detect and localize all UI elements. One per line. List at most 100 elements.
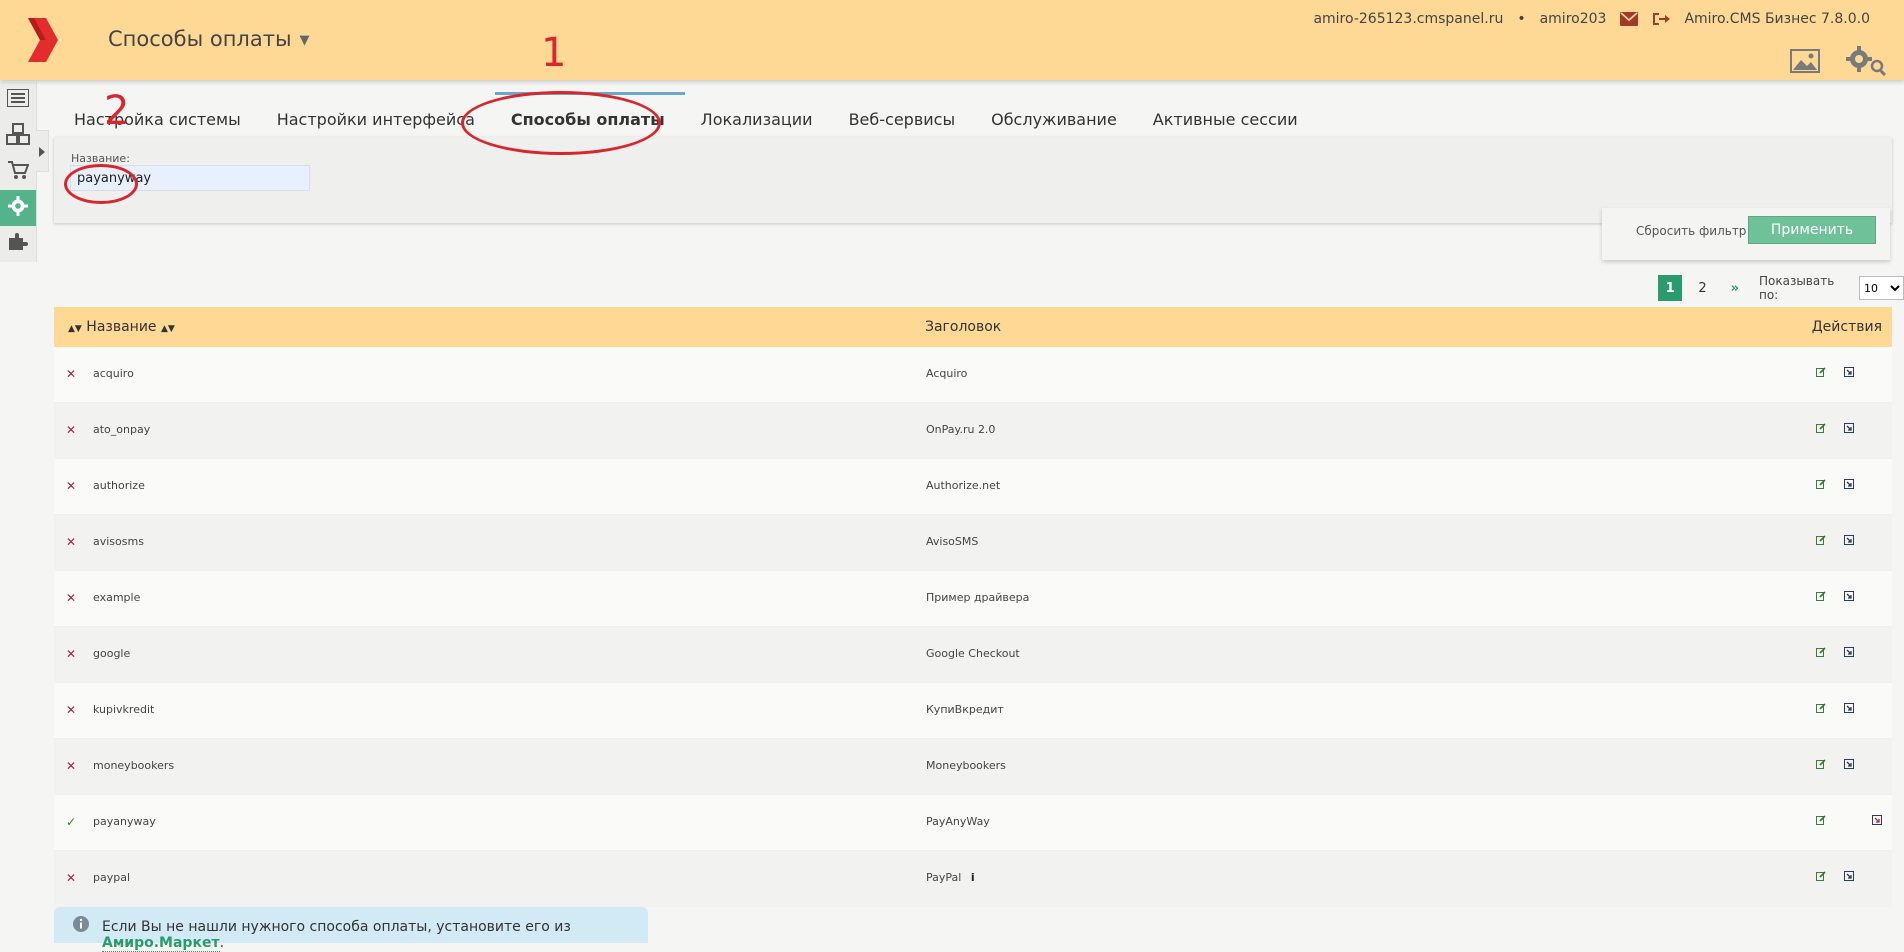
table-row: ✕ avisosms AvisoSMS bbox=[54, 515, 1892, 571]
info-icon[interactable]: i bbox=[971, 871, 975, 884]
tab-localizations[interactable]: Локализации bbox=[685, 92, 833, 132]
tab-label: Способы оплаты bbox=[510, 110, 665, 129]
status-off-icon[interactable]: ✕ bbox=[66, 592, 78, 604]
sort-icon[interactable]: ▲▼ bbox=[161, 324, 175, 334]
assign-icon[interactable] bbox=[1844, 591, 1854, 604]
table-row: ✕ acquiro Acquiro bbox=[54, 347, 1892, 403]
per-page-label: Показывать по: bbox=[1758, 274, 1835, 302]
market-link[interactable]: Амиро.Маркет bbox=[102, 935, 220, 952]
top-bar: Способы оплаты ▼ amiro-265123.cmspanel.ru… bbox=[0, 0, 1904, 80]
assign-icon[interactable] bbox=[1844, 367, 1854, 380]
tab-interface-settings[interactable]: Настройки интерфейса bbox=[261, 92, 495, 132]
assign-icon[interactable] bbox=[1844, 535, 1854, 548]
tab-payment-methods[interactable]: Способы оплаты bbox=[494, 92, 685, 132]
row-name: paypal bbox=[93, 871, 131, 884]
per-page-select[interactable]: 10 bbox=[1858, 276, 1904, 300]
info-circle-icon bbox=[72, 915, 90, 937]
annotation-number-1: 1 bbox=[541, 30, 567, 76]
host-link[interactable]: amiro-265123.cmspanel.ru bbox=[1313, 11, 1503, 27]
settings-search-icon[interactable] bbox=[1846, 46, 1887, 80]
table-header: ▲▼ Название ▲▼ Заголовок Действия bbox=[54, 307, 1892, 347]
apply-button[interactable]: Применить bbox=[1748, 216, 1876, 244]
module-title[interactable]: Способы оплаты ▼ bbox=[108, 27, 310, 51]
table-row: ✓ payanyway PayAnyWay bbox=[54, 795, 1892, 851]
row-name: payanyway bbox=[93, 815, 156, 828]
notice-suffix: . bbox=[219, 935, 225, 951]
sort-icon[interactable]: ▲▼ bbox=[68, 324, 82, 334]
edit-icon[interactable] bbox=[1816, 871, 1826, 884]
table-row: ✕ paypal PayPal i bbox=[54, 851, 1892, 907]
row-title: PayAnyWay bbox=[926, 815, 990, 828]
assign-icon[interactable] bbox=[1844, 423, 1854, 436]
row-title: КупиВкредит bbox=[926, 703, 1004, 716]
assign-icon[interactable] bbox=[1844, 871, 1854, 884]
column-actions: Действия bbox=[1811, 319, 1882, 335]
sidebar-item-modules[interactable] bbox=[0, 118, 36, 154]
top-tools bbox=[1790, 46, 1887, 80]
table-body: ✕ acquiro Acquiro ✕ ato_onpay OnPay.ru 2… bbox=[54, 347, 1892, 907]
edit-icon[interactable] bbox=[1816, 535, 1826, 548]
tab-maintenance[interactable]: Обслуживание bbox=[975, 92, 1137, 132]
tab-system-settings[interactable]: Настройка системы bbox=[58, 92, 261, 132]
row-name: moneybookers bbox=[93, 759, 175, 772]
reset-filter-button[interactable]: Сбросить фильтр bbox=[1630, 223, 1752, 239]
sidebar-item-settings[interactable] bbox=[0, 190, 36, 226]
table-row: ✕ authorize Authorize.net bbox=[54, 459, 1892, 515]
table-row: ✕ kupivkredit КупиВкредит bbox=[54, 683, 1892, 739]
tab-label: Настройка системы bbox=[74, 110, 241, 129]
tab-label: Локализации bbox=[700, 110, 813, 129]
column-name[interactable]: ▲▼ Название ▲▼ bbox=[68, 319, 175, 335]
status-off-icon[interactable]: ✕ bbox=[66, 536, 78, 548]
user-name[interactable]: amiro203 bbox=[1540, 11, 1607, 27]
row-name: authorize bbox=[93, 479, 145, 492]
unassign-icon[interactable] bbox=[1872, 815, 1882, 828]
edit-icon[interactable] bbox=[1816, 591, 1826, 604]
assign-icon[interactable] bbox=[1844, 647, 1854, 660]
market-notice: Если Вы не нашли нужного способа оплаты,… bbox=[54, 907, 648, 952]
sidebar-item-plugins[interactable] bbox=[0, 226, 36, 262]
status-off-icon[interactable]: ✕ bbox=[66, 480, 78, 492]
assign-icon[interactable] bbox=[1844, 479, 1854, 492]
status-off-icon[interactable]: ✕ bbox=[66, 368, 78, 380]
row-title-text: PayPal bbox=[926, 871, 962, 884]
edit-icon[interactable] bbox=[1816, 367, 1826, 380]
tab-active-sessions[interactable]: Активные сессии bbox=[1137, 92, 1318, 132]
row-name: avisosms bbox=[93, 535, 144, 548]
status-on-icon[interactable]: ✓ bbox=[66, 816, 78, 828]
edit-icon[interactable] bbox=[1816, 479, 1826, 492]
table-row: ✕ ato_onpay OnPay.ru 2.0 bbox=[54, 403, 1892, 459]
sidebar-item-eshop[interactable] bbox=[0, 154, 36, 190]
status-off-icon[interactable]: ✕ bbox=[66, 760, 78, 772]
edit-icon[interactable] bbox=[1816, 647, 1826, 660]
image-icon[interactable] bbox=[1790, 49, 1820, 77]
sidebar-item-structure[interactable] bbox=[0, 82, 36, 118]
next-page[interactable]: » bbox=[1723, 275, 1747, 301]
edit-icon[interactable] bbox=[1816, 423, 1826, 436]
gear-icon bbox=[8, 196, 28, 220]
top-info: amiro-265123.cmspanel.ru • amiro203 Amir… bbox=[1313, 11, 1870, 27]
mail-icon[interactable] bbox=[1620, 12, 1639, 26]
page-2[interactable]: 2 bbox=[1690, 275, 1714, 301]
page-1[interactable]: 1 bbox=[1658, 275, 1683, 301]
tab-web-services[interactable]: Веб-сервисы bbox=[833, 92, 976, 132]
amiro-logo-icon[interactable] bbox=[26, 16, 60, 68]
tab-label: Веб-сервисы bbox=[848, 110, 956, 129]
filter-name-input[interactable] bbox=[70, 165, 310, 191]
module-title-text: Способы оплаты bbox=[108, 27, 292, 51]
edit-icon[interactable] bbox=[1816, 815, 1826, 828]
edit-icon[interactable] bbox=[1816, 759, 1826, 772]
cart-icon bbox=[7, 160, 30, 184]
cubes-icon bbox=[6, 123, 30, 149]
assign-icon[interactable] bbox=[1844, 759, 1854, 772]
row-name: google bbox=[93, 647, 131, 660]
status-off-icon[interactable]: ✕ bbox=[66, 704, 78, 716]
logout-icon[interactable] bbox=[1652, 11, 1671, 27]
edit-icon[interactable] bbox=[1816, 703, 1826, 716]
sidebar-toggle[interactable] bbox=[36, 130, 49, 172]
assign-icon[interactable] bbox=[1844, 703, 1854, 716]
chevron-right-icon bbox=[39, 142, 45, 161]
status-off-icon[interactable]: ✕ bbox=[66, 648, 78, 660]
status-off-icon[interactable]: ✕ bbox=[66, 424, 78, 436]
separator-dot: • bbox=[1517, 11, 1526, 27]
status-off-icon[interactable]: ✕ bbox=[66, 872, 78, 884]
